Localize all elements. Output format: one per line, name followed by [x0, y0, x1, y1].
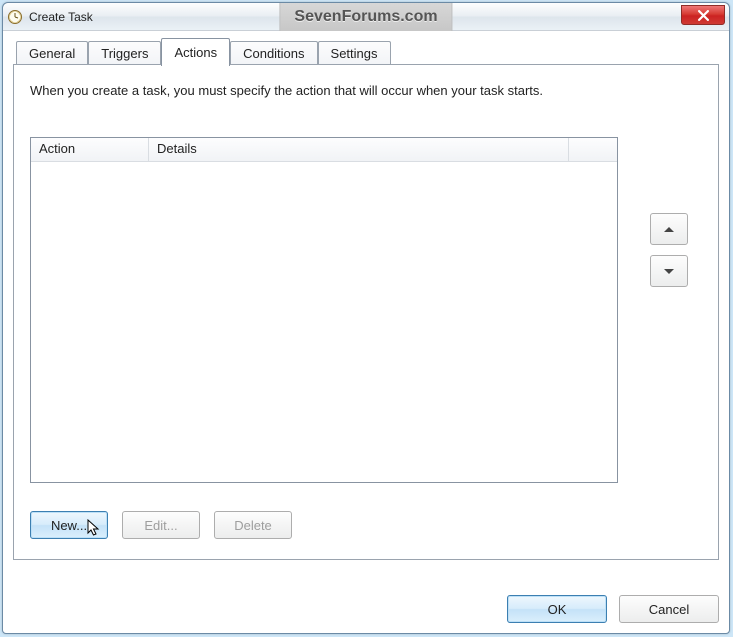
- cancel-button[interactable]: Cancel: [619, 595, 719, 623]
- column-action[interactable]: Action: [31, 138, 149, 161]
- close-icon: [698, 10, 709, 21]
- tab-strip: General Triggers Actions Conditions Sett…: [13, 37, 719, 64]
- delete-button[interactable]: Delete: [214, 511, 292, 539]
- dialog-buttons: OK Cancel: [507, 595, 719, 623]
- watermark: SevenForums.com: [279, 3, 452, 31]
- tab-conditions[interactable]: Conditions: [230, 41, 317, 65]
- actions-description: When you create a task, you must specify…: [14, 65, 718, 98]
- move-up-button[interactable]: [650, 213, 688, 245]
- titlebar: Create Task SevenForums.com: [3, 3, 729, 31]
- cursor-icon: [87, 519, 101, 539]
- new-button-label: New...: [51, 518, 87, 533]
- tab-settings[interactable]: Settings: [318, 41, 391, 65]
- new-button[interactable]: New...: [30, 511, 108, 539]
- column-details[interactable]: Details: [149, 138, 569, 161]
- reorder-buttons: [650, 213, 688, 287]
- tab-triggers[interactable]: Triggers: [88, 41, 161, 65]
- create-task-window: Create Task SevenForums.com General Trig…: [2, 2, 730, 634]
- listview-header: Action Details: [31, 138, 617, 162]
- column-spacer: [569, 138, 617, 161]
- chevron-up-icon: [664, 227, 674, 232]
- tab-general[interactable]: General: [16, 41, 88, 65]
- window-title: Create Task: [29, 10, 93, 24]
- actions-tab-panel: When you create a task, you must specify…: [13, 64, 719, 560]
- ok-button[interactable]: OK: [507, 595, 607, 623]
- tab-actions[interactable]: Actions: [161, 38, 230, 66]
- task-scheduler-icon: [7, 9, 23, 25]
- action-buttons-row: New... Edit... Delete: [30, 511, 292, 539]
- dialog-content: General Triggers Actions Conditions Sett…: [13, 37, 719, 623]
- actions-listview[interactable]: Action Details: [30, 137, 618, 483]
- close-button[interactable]: [681, 5, 725, 25]
- move-down-button[interactable]: [650, 255, 688, 287]
- edit-button[interactable]: Edit...: [122, 511, 200, 539]
- chevron-down-icon: [664, 269, 674, 274]
